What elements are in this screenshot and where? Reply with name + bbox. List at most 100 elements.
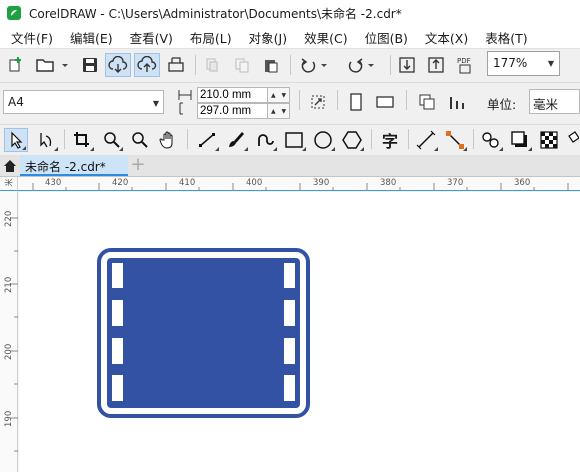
crop-tool[interactable] (69, 128, 95, 152)
import-button[interactable] (396, 53, 418, 77)
units-label: 单位: (487, 97, 517, 112)
zoom-level-select[interactable]: 177% ▼ (487, 51, 560, 76)
zoom-tool[interactable] (100, 128, 124, 152)
toolbar-separator (408, 129, 409, 149)
pick-tool[interactable] (4, 128, 28, 152)
ellipse-tool[interactable] (310, 128, 336, 152)
page-height-field[interactable] (197, 103, 268, 119)
menu-view[interactable]: 查看(V) (126, 28, 177, 47)
window-title: CorelDRAW - C:\Users\Administrator\Docum… (29, 6, 402, 21)
page-width-spinner[interactable]: ▲ ▼ (268, 87, 290, 103)
transparency-tool[interactable] (536, 128, 562, 152)
welcome-screen-tab[interactable] (0, 155, 20, 176)
flyout-indicator (119, 147, 123, 151)
fill-icon (568, 131, 579, 143)
export-button[interactable] (425, 53, 447, 77)
undo-button[interactable] (297, 53, 331, 77)
fill-tool[interactable] (566, 128, 580, 152)
copy-icon (235, 58, 249, 73)
flyout-indicator (215, 147, 219, 151)
ruler-label: 200 (4, 343, 14, 360)
toolbox: 字 (0, 124, 580, 155)
menu-effects[interactable]: 效果(C) (300, 28, 351, 47)
landscape-button[interactable] (374, 90, 396, 114)
export-icon (428, 57, 444, 73)
shape-tool[interactable] (33, 128, 59, 152)
parallel-dimension-tool[interactable] (413, 128, 439, 152)
undo-icon (301, 58, 327, 73)
page-layout-button[interactable] (416, 90, 438, 114)
toolbar-separator (406, 90, 407, 110)
cloud-download-button[interactable] (105, 53, 131, 77)
line-icon (199, 133, 215, 147)
publish-pdf-button[interactable]: PDF (453, 53, 477, 77)
vertical-ruler[interactable]: 220 210 200 190 (0, 191, 18, 472)
portrait-icon (350, 93, 362, 111)
print-button[interactable] (164, 53, 188, 77)
menu-table[interactable]: 表格(T) (481, 28, 531, 47)
ruler-origin[interactable]: 米 (0, 177, 18, 191)
cut-button[interactable] (201, 53, 223, 77)
text-tool[interactable]: 字 (377, 128, 403, 152)
ruler-label: 400 (246, 178, 263, 188)
flyout-indicator (273, 147, 277, 151)
menu-bar: 文件(F) 编辑(E) 查看(V) 布局(L) 对象(J) 效果(C) 位图(B… (0, 26, 580, 48)
flyout-indicator (331, 147, 335, 151)
blend-tool[interactable] (478, 128, 504, 152)
flyout-indicator (499, 147, 503, 151)
pan-tool[interactable] (156, 128, 180, 152)
ellipse-icon (314, 131, 332, 149)
ruler-label: 210 (4, 276, 14, 293)
menu-object[interactable]: 对象(J) (245, 28, 291, 47)
open-button[interactable] (33, 53, 71, 77)
page-size-value: A4 (8, 95, 24, 109)
polygon-tool[interactable] (339, 128, 365, 152)
rectangle-tool[interactable] (281, 128, 307, 152)
film-strip-icon[interactable] (97, 248, 310, 418)
new-document-icon (9, 57, 21, 72)
pointer-icon (11, 131, 23, 149)
redo-button[interactable] (342, 53, 378, 77)
paste-button[interactable] (260, 53, 282, 77)
horizontal-ruler[interactable]: 430 420 410 400 390 380 370 360 (0, 177, 580, 191)
cloud-upload-icon (137, 56, 157, 72)
zoom-out-tool[interactable] (128, 128, 152, 152)
menu-text[interactable]: 文本(X) (421, 28, 472, 47)
page-height-spinner[interactable]: ▲ ▼ (268, 103, 290, 119)
new-document-button[interactable] (4, 53, 28, 77)
flyout-indicator (22, 146, 26, 150)
portrait-button[interactable] (345, 90, 367, 114)
drawing-canvas[interactable] (19, 192, 580, 472)
document-tab[interactable]: 未命名 -2.cdr* (20, 155, 128, 176)
crop-icon (74, 132, 89, 147)
shadow-icon (511, 131, 527, 147)
page-border-button[interactable] (446, 90, 468, 114)
menu-edit[interactable]: 编辑(E) (66, 28, 117, 47)
menu-bitmaps[interactable]: 位图(B) (361, 28, 412, 47)
pen-tool[interactable] (252, 128, 278, 152)
all-pages-button[interactable] (306, 90, 330, 114)
connector-icon (446, 131, 464, 149)
new-document-tab-button[interactable]: + (130, 156, 146, 174)
units-select[interactable]: 毫米 (529, 89, 580, 114)
menu-layout[interactable]: 布局(L) (186, 28, 236, 47)
connector-tool[interactable] (442, 128, 468, 152)
open-folder-icon (36, 59, 68, 72)
menu-file[interactable]: 文件(F) (7, 28, 57, 47)
flyout-indicator (244, 147, 248, 151)
page-size-select[interactable]: A4 ▼ (3, 90, 164, 114)
ruler-label: 190 (4, 410, 14, 427)
paste-icon (265, 60, 278, 73)
toolbar-separator (290, 55, 291, 75)
cloud-upload-button[interactable] (134, 53, 160, 77)
ruler-label: 410 (179, 178, 196, 188)
bar-chart-icon (450, 97, 464, 109)
freehand-tool[interactable] (194, 128, 220, 152)
artistic-media-tool[interactable] (223, 128, 249, 152)
save-button[interactable] (79, 53, 101, 77)
ruler-label: 370 (447, 178, 464, 188)
copy-button[interactable] (231, 53, 253, 77)
page-width-field[interactable] (197, 87, 268, 103)
dimension-icon (416, 130, 436, 150)
drop-shadow-tool[interactable] (507, 128, 533, 152)
